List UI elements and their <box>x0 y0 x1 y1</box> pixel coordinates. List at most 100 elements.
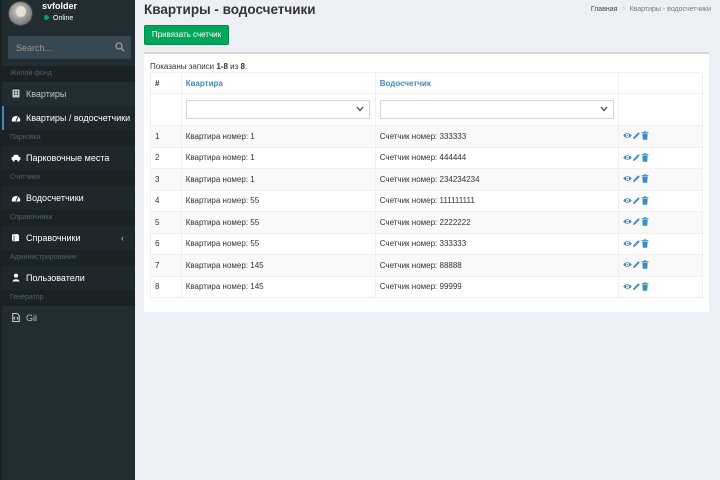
column-header-number: # <box>150 72 182 94</box>
book-icon <box>11 226 20 250</box>
sidebar-item-directories[interactable]: Справочники ‹ <box>2 226 135 250</box>
pencil-icon[interactable] <box>632 239 640 248</box>
cell-number: 1 <box>150 125 182 148</box>
breadcrumb: Главная > Квартиры - водосчетчики <box>591 6 711 13</box>
sort-link-flat[interactable]: Квартира <box>186 79 223 88</box>
pencil-icon[interactable] <box>632 153 640 162</box>
sort-link-meter[interactable]: Водосчетчик <box>380 79 431 88</box>
pencil-icon[interactable] <box>632 282 640 291</box>
pencil-icon[interactable] <box>632 217 640 226</box>
cell-flat: Квартира номер: 55 <box>180 189 376 212</box>
column-header-meter[interactable]: Водосчетчик <box>374 72 619 94</box>
sidebar-item-label: Водосчетчики <box>26 193 84 203</box>
search-icon[interactable] <box>115 42 125 52</box>
menu-header-counters: Счетчики <box>2 170 135 186</box>
sidebar-item-water-meters[interactable]: Водосчетчики <box>2 186 135 210</box>
trash-icon[interactable] <box>641 282 649 291</box>
table-row: 4 Квартира номер: 55 Счетчик номер: 111111… <box>150 189 704 212</box>
eye-icon[interactable] <box>623 196 632 205</box>
cell-meter: Счетчик номер: 88888 <box>374 254 619 277</box>
chevron-down-icon <box>600 106 608 112</box>
cell-meter: Счетчик номер: 234234234 <box>374 168 619 191</box>
summary-middle: из <box>227 62 241 71</box>
cell-flat: Квартира номер: 1 <box>180 125 376 148</box>
cell-number: 2 <box>150 146 182 169</box>
sidebar-item-users[interactable]: Пользователи <box>2 266 135 290</box>
search-input[interactable] <box>8 36 108 59</box>
dashboard-icon <box>11 106 21 130</box>
column-header-flat[interactable]: Квартира <box>180 72 376 94</box>
filter-cell-flat <box>180 93 376 126</box>
filter-cell-empty <box>617 93 704 126</box>
cell-actions <box>617 232 704 255</box>
pencil-icon[interactable] <box>632 174 640 183</box>
trash-icon[interactable] <box>641 217 649 226</box>
sidebar-item-flats[interactable]: Квартиры <box>2 82 135 106</box>
chevron-down-icon <box>356 106 364 112</box>
cell-flat: Квартира номер: 55 <box>180 232 376 255</box>
dashboard-icon <box>11 186 21 210</box>
user-panel: svfolder Online <box>2 0 135 34</box>
trash-icon[interactable] <box>641 153 649 162</box>
menu-header-administration: Администрирование <box>2 250 135 266</box>
building-icon <box>11 82 20 106</box>
sidebar-item-label: Gii <box>26 313 37 323</box>
menu-header-directories: Справочники <box>2 210 135 226</box>
trash-icon[interactable] <box>641 239 649 248</box>
eye-icon[interactable] <box>623 174 632 183</box>
cell-actions <box>617 168 704 191</box>
summary-range: 1-8 <box>216 62 228 71</box>
cell-actions <box>617 254 704 277</box>
user-name: svfolder <box>42 1 78 11</box>
sidebar-item-gii[interactable]: Gii <box>2 306 135 330</box>
trash-icon[interactable] <box>641 174 649 183</box>
trash-icon[interactable] <box>641 260 649 269</box>
breadcrumb-home-link[interactable]: Главная <box>591 6 618 13</box>
cell-actions <box>617 189 704 212</box>
cell-meter: Счетчик номер: 333333 <box>374 125 619 148</box>
table-body: 1 Квартира номер: 1 Счетчик номер: 333333 2… <box>150 125 704 298</box>
cell-number: 4 <box>150 189 182 212</box>
sidebar-item-label: Квартиры <box>26 89 67 99</box>
page-title: Квартиры - водосчетчики <box>144 2 316 17</box>
avatar[interactable] <box>8 1 33 26</box>
eye-icon[interactable] <box>623 217 632 226</box>
pencil-icon[interactable] <box>632 260 640 269</box>
user-icon <box>11 266 20 290</box>
meter-filter-select[interactable] <box>379 100 614 119</box>
menu-header-housing: Жилой фонд <box>2 66 135 82</box>
table-header-row: # Квартира Водосчетчик <box>150 72 704 94</box>
eye-icon[interactable] <box>623 260 632 269</box>
eye-icon[interactable] <box>623 153 632 162</box>
eye-icon[interactable] <box>623 282 632 291</box>
file-code-icon <box>11 306 20 330</box>
sidebar-item-parking[interactable]: Парковочные места <box>2 146 135 170</box>
bind-meter-button[interactable]: Привязать счетчик <box>144 25 229 45</box>
trash-icon[interactable] <box>641 196 649 205</box>
cell-number: 7 <box>150 254 182 277</box>
sidebar-item-label: Пользователи <box>26 273 85 283</box>
cell-flat: Квартира номер: 55 <box>180 211 376 234</box>
eye-icon[interactable] <box>623 131 632 140</box>
pencil-icon[interactable] <box>632 131 640 140</box>
sidebar-item-flats-meters[interactable]: Квартиры / водосчетчики <box>2 106 135 130</box>
cell-number: 8 <box>150 275 182 298</box>
sidebar-item-label: Квартиры / водосчетчики <box>26 113 131 123</box>
cell-meter: Счетчик номер: 111111111 <box>374 189 619 212</box>
sidebar-menu: Жилой фонд Квартиры Квартиры / водосчетч… <box>2 66 135 330</box>
grid-box: Показаны записи 1-8 из 8. # Квартира Вод… <box>144 52 709 312</box>
cell-meter: Счетчик номер: 333333 <box>374 232 619 255</box>
cell-actions <box>617 146 704 169</box>
cell-flat: Квартира номер: 1 <box>180 168 376 191</box>
cell-flat: Квартира номер: 1 <box>180 146 376 169</box>
eye-icon[interactable] <box>623 239 632 248</box>
cell-actions <box>617 125 704 148</box>
chevron-left-icon[interactable]: ‹ <box>121 226 124 250</box>
pencil-icon[interactable] <box>632 196 640 205</box>
trash-icon[interactable] <box>641 131 649 140</box>
cell-flat: Квартира номер: 145 <box>180 254 376 277</box>
table-row: 6 Квартира номер: 55 Счетчик номер: 333333 <box>150 232 704 255</box>
user-status-label: Online <box>53 15 74 22</box>
flat-filter-select[interactable] <box>185 100 370 119</box>
table-row: 7 Квартира номер: 145 Счетчик номер: 88888 <box>150 254 704 277</box>
